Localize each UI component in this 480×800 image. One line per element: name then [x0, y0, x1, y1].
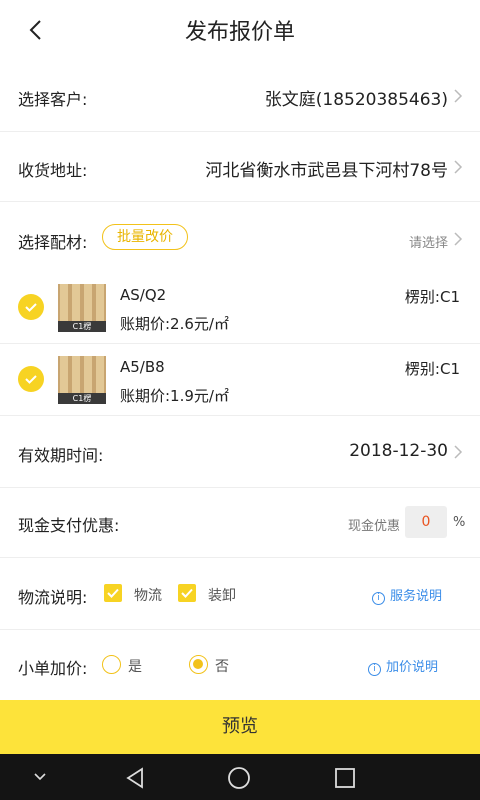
customer-row[interactable]: 选择客户: 张文庭(18520385463): [0, 60, 480, 132]
checkmark-icon: [107, 588, 119, 598]
loading-option-label: 装卸: [208, 588, 236, 604]
checkmark-icon: [25, 303, 37, 312]
materials-label: 选择配材:: [18, 233, 88, 252]
recents-nav-icon[interactable]: [333, 766, 357, 790]
product-thumbnail: C1楞: [58, 284, 106, 332]
product-item[interactable]: C1楞 AS/Q2 账期价:2.6元/㎡ 楞别:C1: [0, 272, 480, 344]
logistics-label: 物流说明:: [18, 588, 88, 607]
logistics-checkbox[interactable]: [104, 584, 122, 602]
product-grade: 楞别:C1: [404, 288, 460, 306]
thumbnail-caption: C1楞: [58, 321, 106, 332]
page-title: 发布报价单: [184, 20, 295, 45]
address-label: 收货地址:: [18, 161, 88, 180]
product-price: 账期价:2.6元/㎡: [120, 315, 229, 333]
product-name: A5/B8: [120, 358, 165, 376]
customer-value: 张文庭(18520385463): [264, 90, 448, 110]
item-checkbox[interactable]: [18, 294, 44, 320]
loading-checkbox[interactable]: [178, 584, 196, 602]
logistics-option-label: 物流: [134, 588, 162, 604]
chevron-right-icon: [454, 160, 463, 174]
checkmark-icon: [181, 588, 193, 598]
batch-edit-price-button[interactable]: 批量改价: [102, 224, 188, 250]
item-checkbox[interactable]: [18, 366, 44, 392]
radio-yes-label: 是: [128, 659, 142, 675]
top-bar: 发布报价单: [0, 0, 480, 60]
product-name: AS/Q2: [120, 286, 167, 304]
surcharge-info-label: 加价说明: [386, 660, 439, 675]
address-value: 河北省衡水市武邑县下河村78号: [205, 161, 448, 181]
select-materials-link[interactable]: 请选择: [409, 232, 448, 251]
cash-discount-input[interactable]: 0: [405, 506, 447, 538]
thumbnail-caption: C1楞: [58, 393, 106, 404]
back-nav-icon[interactable]: [122, 765, 148, 791]
validity-value: 2018-12-30: [349, 441, 448, 461]
home-nav-icon[interactable]: [226, 765, 252, 791]
customer-label: 选择客户:: [18, 90, 88, 109]
product-grade: 楞别:C1: [404, 360, 460, 378]
radio-no-label: 否: [215, 659, 229, 675]
cash-discount-label: 现金支付优惠:: [18, 516, 120, 535]
info-icon: i: [372, 592, 385, 605]
small-order-label: 小单加价:: [18, 659, 88, 678]
materials-row: 选择配材: 请选择: [0, 202, 480, 272]
surcharge-info-link[interactable]: i 加价说明: [368, 656, 438, 676]
radio-no[interactable]: [189, 655, 208, 674]
validity-label: 有效期时间:: [18, 446, 104, 465]
percent-unit: %: [453, 515, 466, 530]
preview-button[interactable]: 预览: [0, 700, 480, 754]
info-icon: i: [368, 663, 381, 676]
system-nav-bar: [0, 754, 480, 800]
chevron-down-icon[interactable]: [32, 770, 48, 784]
service-info-label: 服务说明: [390, 589, 443, 604]
product-thumbnail: C1楞: [58, 356, 106, 404]
address-row[interactable]: 收货地址: 河北省衡水市武邑县下河村78号: [0, 132, 480, 202]
chevron-right-icon: [454, 89, 463, 103]
product-item[interactable]: C1楞 A5/B8 账期价:1.9元/㎡ 楞别:C1: [0, 344, 480, 416]
cash-discount-hint: 现金优惠: [348, 519, 401, 534]
product-price: 账期价:1.9元/㎡: [120, 387, 229, 405]
radio-yes[interactable]: [102, 655, 121, 674]
validity-row[interactable]: 有效期时间: 2018-12-30: [0, 416, 480, 488]
chevron-right-icon: [454, 232, 463, 246]
chevron-right-icon: [454, 445, 463, 459]
service-info-link[interactable]: i 服务说明: [372, 585, 442, 605]
checkmark-icon: [25, 375, 37, 384]
